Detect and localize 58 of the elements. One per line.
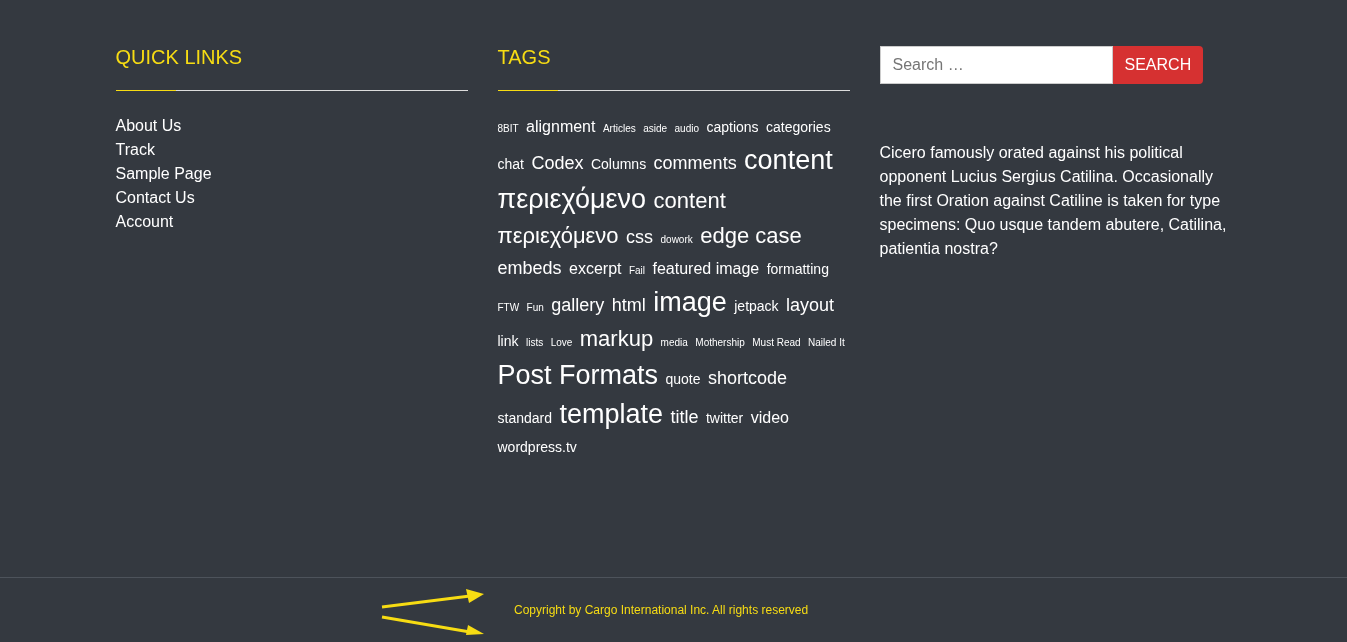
tag-link[interactable]: twitter [705,411,744,425]
tag-link[interactable]: comments [653,154,737,172]
tag-link[interactable]: content [653,190,726,212]
footer-link[interactable]: Sample Page [115,162,212,186]
tag-link[interactable]: Love [550,338,573,348]
footer-link[interactable]: Account [115,210,174,234]
tag-link[interactable]: image [653,289,727,316]
tag-link[interactable]: gallery [551,296,605,314]
tag-link[interactable]: aside [643,124,668,134]
tag-link[interactable]: edge case [700,225,802,247]
tag-link[interactable]: Fun [526,303,544,313]
tag-link[interactable]: standard [497,411,552,425]
tag-link[interactable]: alignment [526,119,596,135]
tag-link[interactable]: captions [706,120,759,134]
search-button[interactable]: SEARCH [1112,46,1204,84]
tag-link[interactable]: quote [665,372,701,386]
section-heading: QUICK LINKS [115,45,244,69]
footer-link[interactable]: About Us [115,114,182,138]
tag-link[interactable]: FTW [497,303,520,313]
tag-link[interactable]: Mothership [695,338,745,348]
tag-link[interactable]: audio [674,124,699,134]
tag-link[interactable]: video [750,410,789,426]
section-heading: TAGS [497,45,552,69]
tag-link[interactable]: Codex [531,154,584,172]
tag-link[interactable]: lists [525,338,544,348]
tag-link[interactable]: embeds [497,259,562,277]
tag-link[interactable]: Articles [602,124,636,134]
search-field[interactable]: Search … [879,46,1113,84]
tag-link[interactable]: chat [497,157,524,171]
tag-link[interactable]: formatting [766,262,829,276]
tag-link[interactable]: Nailed It [808,338,845,348]
tag-link[interactable]: html [611,296,646,314]
tag-link[interactable]: wordpress.tv [497,440,577,454]
tag-link[interactable]: 8BIT [497,124,519,134]
tag-link[interactable]: περιεχόμενο [497,225,619,247]
tag-link[interactable]: Columns [590,157,647,171]
tag-link[interactable]: excerpt [569,261,622,277]
tag-link[interactable]: jetpack [734,299,779,313]
footer-link[interactable]: Track [115,138,155,162]
tag-link[interactable]: featured image [652,261,760,277]
tag-link[interactable]: markup [579,328,654,350]
tag-link[interactable]: categories [766,120,831,134]
tag-link[interactable]: css [626,228,654,246]
copyright-text: Copyright by Cargo International Inc. All rights reserved [514,602,809,619]
footer-link[interactable]: Contact Us [115,186,195,210]
tag-link[interactable]: media [660,338,688,348]
description-text: Cicero famously orated against his political opponent Lucius Sergius Catilina. Occasionally the first Oration against Catiline is taken for type specimens: Quo usque tandem abutere, Catilina, patientia nostra? [879,143,1228,259]
tag-link[interactable]: Must Read [752,338,801,348]
tag-link[interactable]: Post Formats [497,362,659,389]
tag-link[interactable]: layout [786,296,835,314]
tag-link[interactable]: Fail [628,266,646,276]
tag-link[interactable]: template [559,401,663,428]
tag-link[interactable]: dowork [660,235,693,245]
tag-link[interactable]: link [497,334,519,348]
tag-link[interactable]: shortcode [708,369,788,387]
tag-link[interactable]: περιεχόμενο [497,186,647,213]
tag-link[interactable]: title [670,408,699,426]
tag-link[interactable]: content [744,147,833,174]
